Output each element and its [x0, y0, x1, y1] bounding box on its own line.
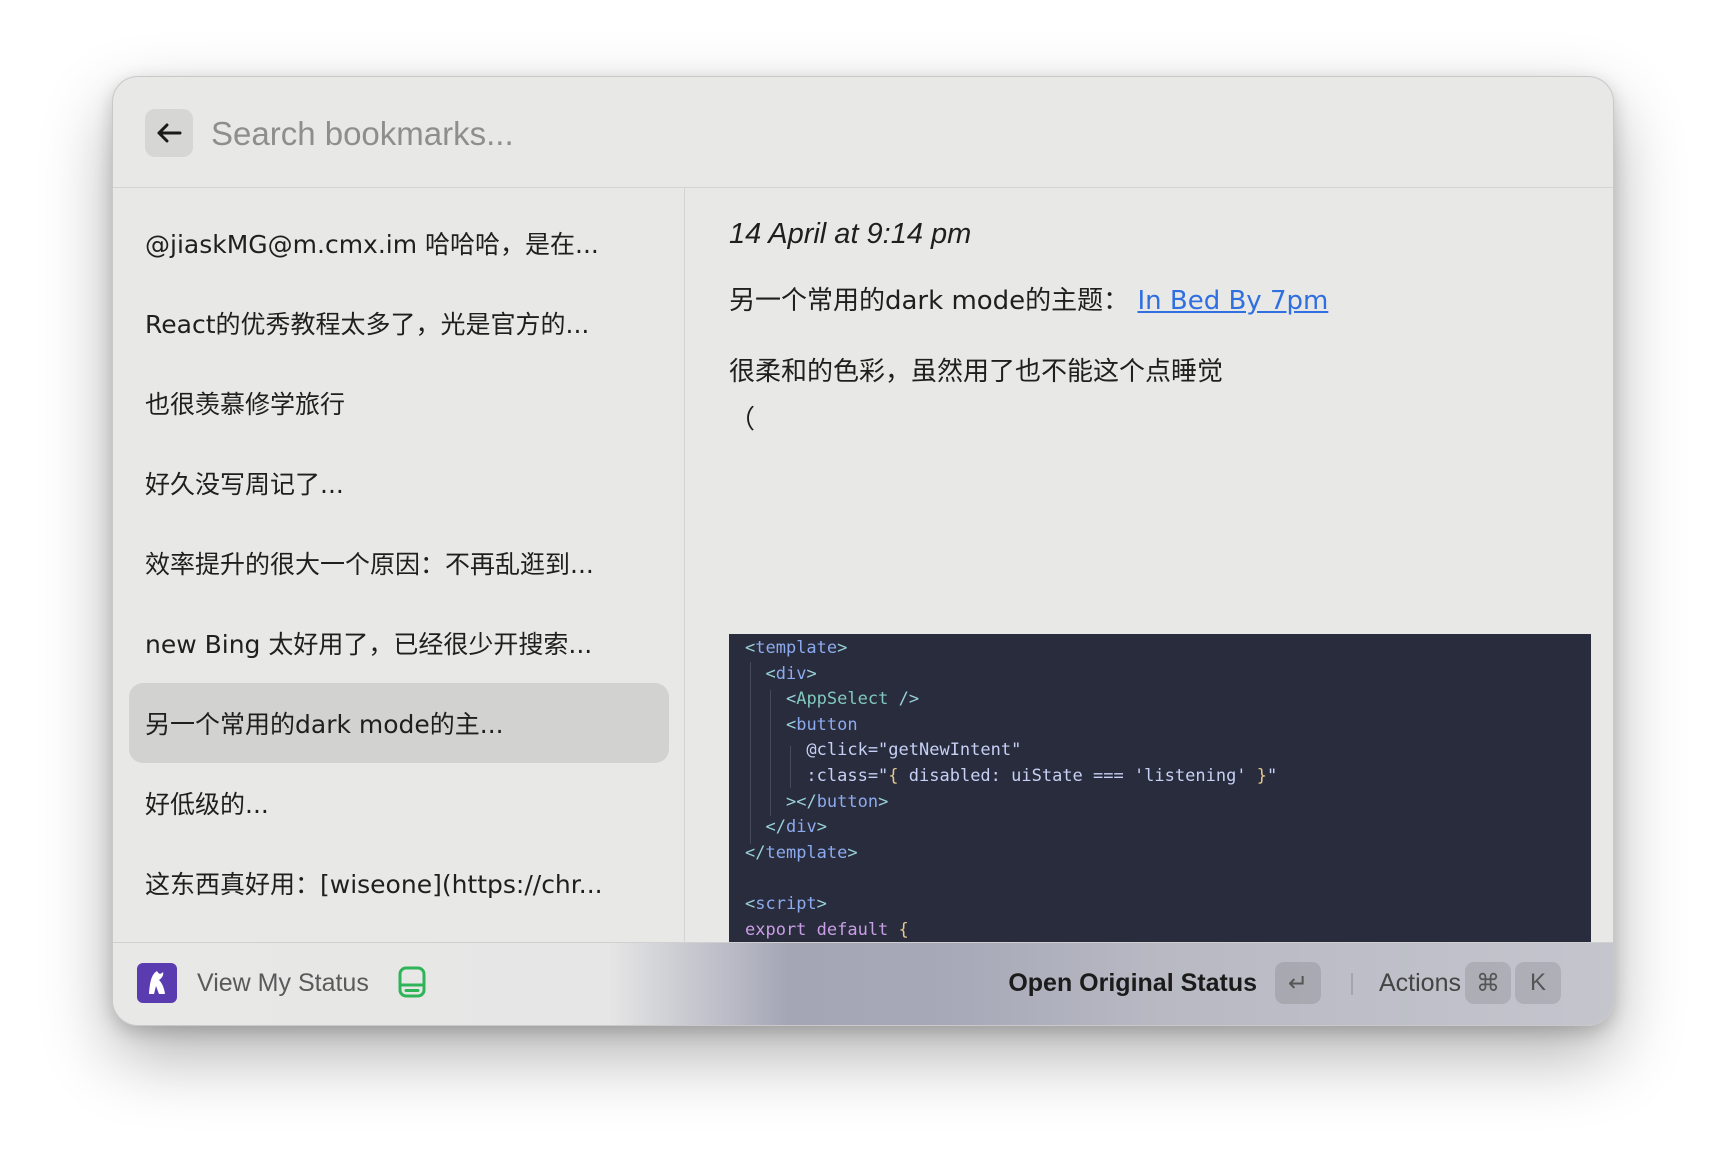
k-key-badge: K: [1515, 962, 1561, 1004]
code-screenshot: <template> <div> <AppSelect /> <button @…: [729, 634, 1591, 942]
theme-link[interactable]: In Bed By 7pm: [1137, 286, 1328, 316]
status-paragraph-line: （: [729, 405, 756, 435]
enter-key-badge: ↵: [1275, 962, 1321, 1004]
status-date: 14 April at 9:14 pm: [729, 218, 972, 250]
status-text: 另一个常用的dark mode的主题： In Bed By 7pm: [729, 280, 1328, 317]
code-line: <script>: [745, 894, 827, 914]
list-item[interactable]: 也很羡慕修学旅行: [129, 363, 669, 443]
code-line: :class="{ disabled: uiState === 'listeni…: [745, 766, 1278, 786]
list-item[interactable]: 这东西真好用：[wiseone](https://chr...: [129, 843, 669, 923]
detail-pane: 14 April at 9:14 pm 另一个常用的dark mode的主题： …: [685, 188, 1613, 942]
list-item-label: 也很羡慕修学旅行: [145, 390, 346, 419]
list-item[interactable]: new Bing 太好用了，已经很少开搜索...: [129, 603, 669, 683]
list-item[interactable]: React的优秀教程太多了，光是官方的...: [129, 283, 669, 363]
code-line: <button: [785, 714, 858, 735]
list-item-label: 好久没写周记了...: [145, 470, 344, 499]
view-my-status-link[interactable]: View My Status: [197, 969, 369, 998]
mastodon-app-icon: [137, 963, 177, 1003]
open-original-status-button[interactable]: Open Original Status: [1008, 969, 1257, 998]
list-item[interactable]: 好低级的...: [129, 763, 669, 843]
search-input[interactable]: [209, 107, 1513, 161]
list-item-label: React的优秀教程太多了，光是官方的...: [145, 310, 590, 339]
list-item-label: 这东西真好用：[wiseone](https://chr...: [145, 870, 603, 899]
list-item[interactable]: @jiaskMG@m.cmx.im 哈哈哈，是在...: [129, 203, 669, 283]
list-item-label: @jiaskMG@m.cmx.im 哈哈哈，是在...: [145, 230, 599, 259]
command-key-badge: ⌘: [1465, 962, 1511, 1004]
code-line: @click="getNewIntent": [745, 740, 1022, 761]
bookmarks-window: @jiaskMG@m.cmx.im 哈哈哈，是在... React的优秀教程太多…: [112, 76, 1614, 1026]
drive-icon: [398, 966, 426, 998]
list-item-label: new Bing 太好用了，已经很少开搜索...: [145, 630, 593, 659]
list-item[interactable]: 好久没写周记了...: [129, 443, 669, 523]
footer-bar: View My Status Open Original Status ↵ Ac…: [113, 942, 1613, 1025]
status-paragraph: 很柔和的色彩，虽然用了也不能这个点睡觉 （: [729, 348, 1223, 444]
list-item[interactable]: 效率提升的很大一个原因：不再乱逛到...: [129, 523, 669, 603]
code-line: <template>: [745, 638, 848, 658]
code-line: </template>: [745, 842, 858, 863]
footer-divider: [1351, 973, 1353, 995]
bookmark-list: @jiaskMG@m.cmx.im 哈哈哈，是在... React的优秀教程太多…: [113, 188, 685, 942]
code-line: ></button>: [785, 791, 889, 812]
arrow-left-icon: [157, 123, 182, 143]
code-line: <AppSelect />: [785, 689, 920, 710]
status-paragraph-line: 很柔和的色彩，虽然用了也不能这个点睡觉: [729, 357, 1224, 387]
list-item-selected[interactable]: 另一个常用的dark mode的主...: [129, 683, 669, 763]
back-button[interactable]: [145, 109, 193, 157]
search-bar: [113, 77, 1613, 188]
actions-button[interactable]: Actions: [1379, 969, 1461, 998]
list-item-label: 好低级的...: [145, 790, 269, 819]
code-line: <div>: [765, 663, 817, 684]
list-item-label: 另一个常用的dark mode的主...: [145, 710, 504, 739]
status-text-prefix: 另一个常用的dark mode的主题：: [729, 286, 1130, 316]
code-line: </div>: [765, 817, 827, 838]
list-item-label: 效率提升的很大一个原因：不再乱逛到...: [145, 550, 594, 579]
code-line: export default {: [745, 919, 909, 940]
